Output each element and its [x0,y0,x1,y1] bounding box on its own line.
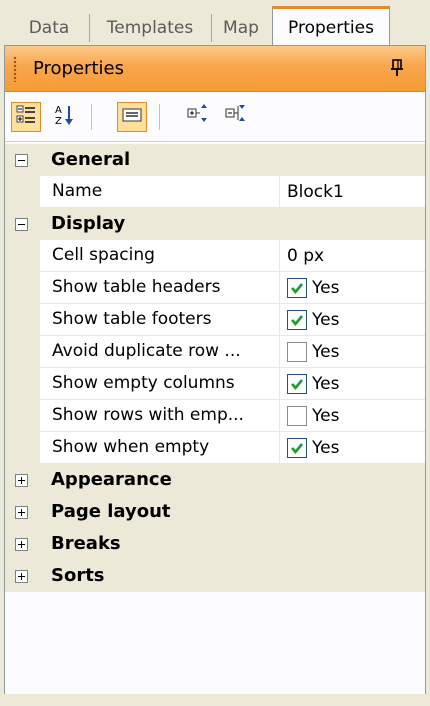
tab-templates[interactable]: Templates [94,10,206,46]
property-row-avoid-duplicate-row[interactable]: Avoid duplicate row ... Yes [5,336,425,368]
expand-icon[interactable] [15,538,28,551]
category-sorts[interactable]: Sorts [5,560,425,592]
svg-text:A: A [55,105,62,116]
checkbox[interactable] [287,437,307,458]
checkbox[interactable] [287,277,307,298]
checkbox[interactable] [287,341,307,362]
category-label: General [51,149,131,170]
checkbox-label: Yes [312,405,340,426]
toolbar-separator [91,104,92,130]
property-name: Cell spacing [40,240,280,272]
tab-strip: Data Templates Map Properties [0,0,430,46]
category-appearance[interactable]: Appearance [5,464,425,496]
checkbox-label: Yes [312,341,340,362]
sort-az-icon: A Z [53,103,75,132]
collapse-icon[interactable] [15,154,28,167]
toolbar: A Z [5,94,425,142]
property-name: Show empty columns [40,368,280,400]
property-row-cell-spacing[interactable]: Cell spacing 0 px [5,240,425,272]
collapse-all-button[interactable] [221,102,251,132]
checkbox[interactable] [287,373,307,394]
property-value[interactable]: Yes [280,432,425,464]
tab-data[interactable]: Data [14,10,84,46]
category-label: Breaks [51,533,121,554]
property-row-show-rows-with-empty[interactable]: Show rows with emp... Yes [5,400,425,432]
expand-all-button[interactable] [183,102,213,132]
category-label: Display [51,213,126,234]
category-label: Appearance [51,469,172,490]
property-value[interactable]: Yes [280,272,425,304]
tab-separator [211,14,212,42]
property-value[interactable]: Yes [280,368,425,400]
property-grid: General Name Block1 Display Cell spacing… [5,144,425,592]
categorized-view-button[interactable] [11,102,41,132]
collapse-all-icon [224,103,248,132]
category-label: Sorts [51,565,105,586]
category-page-layout[interactable]: Page layout [5,496,425,528]
tab-map[interactable]: Map [214,10,268,46]
category-breaks[interactable]: Breaks [5,528,425,560]
checkmark-icon [291,282,304,294]
expand-all-icon [186,103,210,132]
panel-titlebar: Properties [5,46,425,92]
expand-icon[interactable] [15,506,28,519]
checkbox[interactable] [287,309,307,330]
alphabetical-sort-button[interactable]: A Z [49,102,79,132]
pin-icon[interactable] [387,57,407,79]
properties-panel: Properties A Z General Name Block1 Displ… [4,45,426,702]
property-pages-button[interactable] [117,102,147,132]
categorized-icon [15,104,37,131]
property-value[interactable]: Yes [280,336,425,368]
panel-title: Properties [33,58,124,79]
category-display[interactable]: Display [5,208,425,240]
cell-spacing-value: 0 px [287,245,325,266]
property-row-show-empty-columns[interactable]: Show empty columns Yes [5,368,425,400]
property-row-name[interactable]: Name Block1 [5,176,425,208]
property-value[interactable]: 0 px [280,240,425,272]
toolbar-separator [159,104,160,130]
tab-separator [89,14,90,42]
checkbox-label: Yes [312,309,340,330]
checkmark-icon [291,442,304,454]
property-pages-icon [122,107,142,128]
checkmark-icon [291,314,304,326]
property-row-show-table-footers[interactable]: Show table footers Yes [5,304,425,336]
checkmark-icon [291,378,304,390]
property-name: Show table footers [40,304,280,336]
svg-text:Z: Z [55,116,62,127]
property-name: Name [40,176,280,208]
tab-properties[interactable]: Properties [272,6,390,46]
property-value[interactable]: Yes [280,304,425,336]
bottom-border [0,694,430,706]
category-general[interactable]: General [5,144,425,176]
category-label: Page layout [51,501,171,522]
property-value[interactable]: Yes [280,400,425,432]
checkbox-label: Yes [312,373,340,394]
property-row-show-when-empty[interactable]: Show when empty Yes [5,432,425,464]
expand-icon[interactable] [15,570,28,583]
property-name: Show rows with emp... [40,400,280,432]
checkbox-label: Yes [312,437,340,458]
expand-icon[interactable] [15,474,28,487]
drag-grip-icon[interactable] [13,55,17,82]
property-row-show-table-headers[interactable]: Show table headers Yes [5,272,425,304]
property-name: Show when empty [40,432,280,464]
property-value[interactable]: Block1 [280,176,425,208]
checkbox-label: Yes [312,277,340,298]
collapse-icon[interactable] [15,218,28,231]
checkbox[interactable] [287,405,307,426]
property-name: Show table headers [40,272,280,304]
name-value: Block1 [287,181,344,202]
property-name: Avoid duplicate row ... [40,336,280,368]
